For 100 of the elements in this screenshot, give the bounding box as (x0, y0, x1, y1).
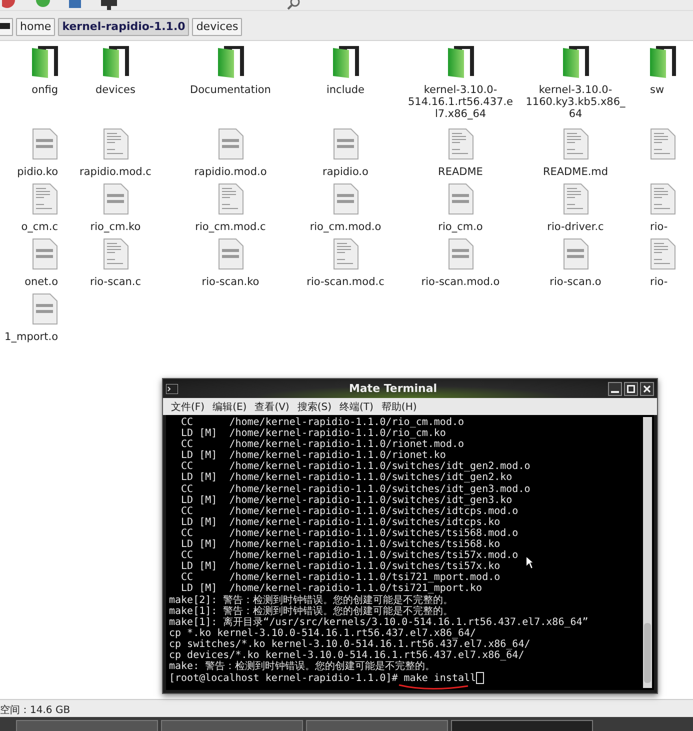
output-line: CC /home/kernel-rapidio-1.1.0/rionet.mod.o (180, 439, 464, 450)
close-icon (643, 384, 651, 392)
binary-file-icon[interactable] (332, 128, 358, 160)
text-file-icon[interactable] (650, 238, 676, 270)
file-name[interactable]: 1_mport.o (4, 331, 58, 343)
folder-icon[interactable] (32, 46, 58, 78)
binary-file-icon[interactable] (448, 183, 474, 215)
binary-file-icon[interactable] (218, 238, 244, 270)
output-line: cp devices/*.ko kernel-3.10.0-514.16.1.rt56.437.el7.x86_64/ (169, 650, 524, 661)
file-name[interactable]: rio-scan.c (90, 276, 142, 288)
binary-file-icon[interactable] (32, 238, 58, 270)
file-name[interactable]: pidio.ko (17, 166, 58, 178)
scrollbar-thumb[interactable] (644, 623, 651, 683)
file-name[interactable]: README.md (542, 166, 608, 178)
file-name[interactable]: onfig (32, 84, 58, 96)
text-file-icon[interactable] (218, 183, 244, 215)
folder-icon[interactable] (448, 46, 474, 78)
mouse-pointer-icon (525, 555, 535, 570)
taskbar-button[interactable] (306, 720, 448, 731)
maximize-icon (627, 384, 635, 392)
output-line: make: 警告：检测到时钟错误。您的创建可能是不完整的。 (169, 661, 436, 672)
scrollbar[interactable] (643, 417, 652, 688)
output-line: LD [M] /home/kernel-rapidio-1.1.0/switches/tsi568.ko (180, 539, 500, 550)
file-name[interactable]: rio- (650, 276, 668, 288)
file-name[interactable]: rio- (650, 221, 668, 233)
text-file-icon[interactable] (650, 183, 676, 215)
file-name[interactable]: sw (650, 84, 664, 96)
output-line: LD [M] /home/kernel-rapidio-1.1.0/rio_cm.ko (180, 428, 446, 440)
file-name[interactable]: kernel-3.10.0-1160.ky3.kb5.x86_64 (522, 84, 628, 120)
shell-prompt: [root@localhost kernel-rapidio-1.1.0]# (169, 672, 398, 684)
folder-icon[interactable] (562, 46, 588, 78)
file-name[interactable]: kernel-3.10.0-514.16.1.rt56.437.el7.x86_64 (408, 84, 514, 120)
output-line: make[1]: 警告：检测到时钟错误。您的创建可能是不完整的。 (169, 606, 454, 617)
binary-file-icon[interactable] (218, 128, 244, 160)
window-title: Mate Terminal (348, 382, 438, 395)
file-name[interactable]: README (438, 166, 483, 178)
binary-file-icon[interactable] (562, 238, 588, 270)
folder-icon[interactable] (102, 46, 128, 78)
output-line: cp *.ko kernel-3.10.0-514.16.1.rt56.437.el7.x86_64/ (169, 628, 476, 639)
folder-icon[interactable] (218, 46, 244, 78)
file-name[interactable]: rio-scan.o (550, 276, 602, 288)
binary-file-icon[interactable] (32, 128, 58, 160)
file-name[interactable]: rapidio.o (322, 166, 368, 178)
drive-button[interactable] (0, 18, 13, 36)
text-file-icon[interactable] (332, 238, 358, 270)
text-file-icon[interactable] (102, 238, 128, 270)
binary-file-icon[interactable] (32, 293, 58, 325)
path-button[interactable]: devices (192, 18, 242, 36)
path-button[interactable]: home (16, 18, 56, 36)
binary-file-icon[interactable] (448, 238, 474, 270)
file-name[interactable]: rio_cm.mod.c (195, 221, 266, 233)
text-cursor (476, 672, 484, 684)
file-name[interactable]: Documentation (190, 84, 271, 96)
path-button[interactable]: kernel-rapidio-1.1.0 (58, 18, 190, 36)
file-name[interactable]: rio-scan.ko (202, 276, 260, 288)
output-line: LD [M] /home/kernel-rapidio-1.1.0/switches/tsi57x.ko (180, 561, 500, 572)
text-file-icon[interactable] (32, 183, 58, 215)
output-line: LD [M] /home/kernel-rapidio-1.1.0/rionet.ko (180, 450, 446, 462)
taskbar-button[interactable] (16, 720, 158, 731)
file-name[interactable]: rapidio.mod.o (194, 166, 267, 178)
taskbar-button[interactable] (451, 720, 593, 731)
output-line: LD [M] /home/kernel-rapidio-1.1.0/switches/idt_gen3.ko (180, 494, 512, 506)
minimize-button[interactable] (608, 382, 622, 396)
file-name[interactable]: rapidio.mod.c (80, 166, 152, 178)
menu-item[interactable]: 编辑(E) (210, 400, 249, 414)
file-name[interactable]: rio_cm.ko (90, 221, 141, 233)
text-file-icon[interactable] (102, 128, 128, 160)
file-name[interactable]: include (326, 84, 365, 96)
text-file-icon[interactable] (562, 183, 588, 215)
file-name[interactable]: rio_cm.mod.o (310, 221, 382, 233)
text-file-icon[interactable] (562, 128, 588, 160)
file-name[interactable]: rio-scan.mod.c (306, 276, 384, 288)
menu-item[interactable]: 搜索(S) (295, 400, 334, 414)
file-name[interactable]: onet.o (24, 276, 58, 288)
taskbar-button[interactable] (161, 720, 303, 731)
file-name[interactable]: rio_cm.o (438, 221, 483, 233)
file-name[interactable]: devices (96, 84, 136, 96)
output-line: CC /home/kernel-rapidio-1.1.0/rio_cm.mod.o (180, 417, 464, 428)
menu-item[interactable]: 终端(T) (338, 400, 376, 414)
file-name[interactable]: o_cm.c (21, 221, 58, 233)
output-line: LD [M] /home/kernel-rapidio-1.1.0/switches/idt_gen2.ko (180, 472, 512, 484)
menu-item[interactable]: 帮助(H) (379, 400, 419, 414)
text-file-icon[interactable] (650, 128, 676, 160)
binary-file-icon[interactable] (332, 183, 358, 215)
drive-icon (0, 22, 10, 30)
menu-item[interactable]: 文件(F) (169, 400, 207, 414)
minimize-icon (611, 390, 619, 392)
file-name[interactable]: rio-scan.mod.o (421, 276, 500, 288)
folder-icon[interactable] (332, 46, 358, 78)
close-button[interactable] (640, 382, 654, 396)
output-line: CC /home/kernel-rapidio-1.1.0/switches/tsi57x.mod.o (180, 550, 518, 562)
folder-icon[interactable] (650, 46, 676, 78)
binary-file-icon[interactable] (102, 183, 128, 215)
output-line: CC /home/kernel-rapidio-1.1.0/switches/idt_gen2.mod.o (180, 461, 530, 472)
menu-item[interactable]: 查看(V) (252, 400, 292, 414)
file-name[interactable]: rio-driver.c (547, 221, 604, 233)
text-file-icon[interactable] (448, 128, 474, 160)
output-line: cp switches/*.ko kernel-3.10.0-514.16.1.rt56.437.el7.x86_64/ (169, 638, 530, 650)
maximize-button[interactable] (624, 382, 638, 396)
output-line: make[1]: 离开目录“/usr/src/kernels/3.10.0-514.16.1.rt56.437.el7.x86_64” (169, 616, 588, 628)
